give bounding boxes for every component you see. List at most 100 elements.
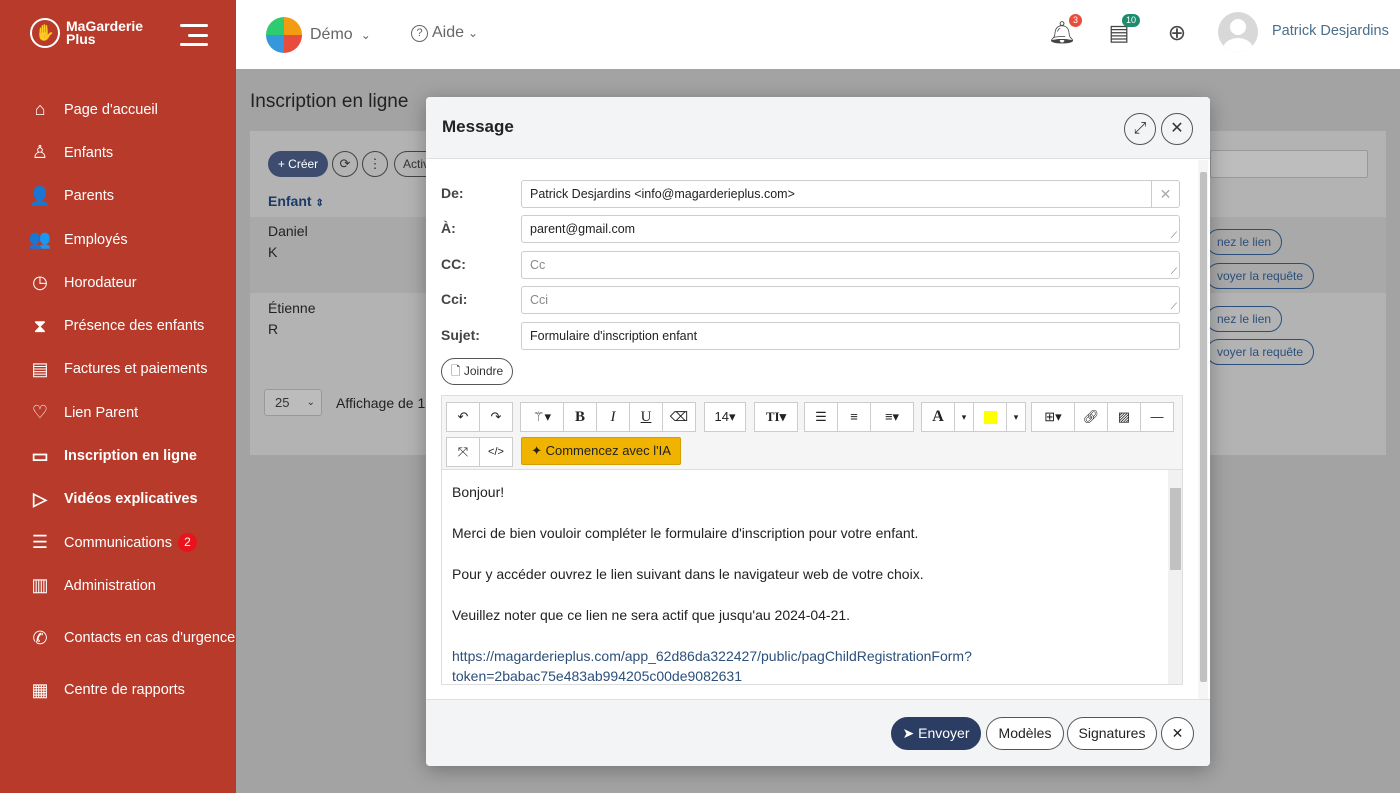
- bold-icon[interactable]: B: [563, 402, 597, 432]
- resize-handle-icon[interactable]: ⟋: [1171, 231, 1177, 240]
- to-field[interactable]: parent@gmail.com ⟋: [521, 215, 1180, 243]
- communications-badge: 2: [178, 533, 197, 553]
- ai-assist-button[interactable]: ✦ Commencez avec l'IA: [521, 437, 681, 465]
- table-row-2[interactable]: Étienne R: [268, 298, 315, 340]
- sidebar-item-report[interactable]: ▦ Centre de rapports: [0, 669, 236, 712]
- from-field[interactable]: Patrick Desjardins <info@magarderieplus.…: [521, 180, 1180, 208]
- help-menu[interactable]: ? Aide ⌄: [411, 24, 478, 42]
- body-line-1: Merci de bien vouloir compléter le formu…: [452, 525, 919, 541]
- page-size-select[interactable]: 25 ⌄: [264, 389, 322, 416]
- numbered-list-icon[interactable]: ≡: [837, 402, 871, 432]
- sidebar-item-parent[interactable]: 👤 Parents: [0, 175, 236, 218]
- create-button[interactable]: + Créer: [268, 151, 328, 177]
- eraser-icon[interactable]: ⌫: [662, 402, 696, 432]
- brand-logo[interactable]: ✋ MaGarderie Plus: [30, 18, 143, 48]
- menu-toggle-icon[interactable]: [180, 24, 208, 46]
- resend-request-button[interactable]: voyer la requête: [1206, 263, 1315, 289]
- sidebar-item-chat[interactable]: ☰ Communications 2: [0, 521, 236, 564]
- modal-footer: ➤ Envoyer Modèles Signatures ✕: [426, 699, 1210, 766]
- sidebar-item-label: Administration: [64, 577, 156, 594]
- signatures-button[interactable]: Signatures: [1067, 717, 1157, 750]
- italic-icon[interactable]: I: [596, 402, 630, 432]
- close-icon[interactable]: ✕: [1161, 113, 1193, 145]
- more-options-icon[interactable]: ⋮: [362, 151, 388, 177]
- font-color-dropdown-icon[interactable]: ▾: [954, 402, 974, 432]
- chevron-down-icon: ⌄: [360, 28, 371, 42]
- registration-link-line1[interactable]: https://magarderieplus.com/app_62d86da32…: [452, 648, 972, 664]
- registration-link-line2[interactable]: token=2babac75e483ab994205c00de9082631: [452, 668, 742, 684]
- sidebar-item-heart[interactable]: ♡ Lien Parent: [0, 391, 236, 434]
- sidebar-item-home[interactable]: ⌂ Page d'accueil: [0, 88, 236, 131]
- clear-from-icon[interactable]: ✕: [1151, 181, 1179, 207]
- templates-button[interactable]: Modèles: [986, 717, 1064, 750]
- message-body-editor[interactable]: Bonjour! Merci de bien vouloir compléter…: [442, 470, 1168, 684]
- from-value: Patrick Desjardins <info@magarderieplus.…: [530, 187, 795, 201]
- sidebar-item-id-card[interactable]: ▭ Inscription en ligne: [0, 434, 236, 477]
- horizontal-rule-icon[interactable]: —: [1140, 402, 1174, 432]
- column-header-child[interactable]: Enfant ⇕: [268, 193, 324, 209]
- sidebar-item-video[interactable]: ▷ Vidéos explicatives: [0, 478, 236, 521]
- registration-link[interactable]: https://magarderieplus.com/app_62d86da32…: [452, 646, 1158, 684]
- fullscreen-icon[interactable]: ⤧: [446, 437, 480, 467]
- close-icon[interactable]: ✕: [1161, 717, 1194, 750]
- bcc-placeholder: Cci: [530, 293, 549, 307]
- pagination-info: Affichage de 1: [336, 395, 426, 411]
- phone-icon: ✆: [32, 627, 48, 648]
- subject-field[interactable]: Formulaire d'inscription enfant: [521, 322, 1180, 350]
- sidebar-item-employees[interactable]: 👥 Employés: [0, 218, 236, 261]
- image-icon[interactable]: ▨: [1107, 402, 1141, 432]
- code-view-icon[interactable]: </>: [479, 437, 513, 467]
- to-value: parent@gmail.com: [530, 222, 636, 236]
- font-size-select[interactable]: 14▾: [704, 402, 746, 432]
- cc-field[interactable]: Cc ⟋: [521, 251, 1180, 279]
- modal-scrollbar-thumb[interactable]: [1200, 172, 1207, 682]
- link-icon[interactable]: 🔗︎: [1074, 402, 1108, 432]
- sidebar-item-hourglass[interactable]: ⧗ Présence des enfants: [0, 304, 236, 347]
- demo-label: Démo: [310, 26, 353, 43]
- sidebar-item-label: Lien Parent: [64, 404, 139, 421]
- undo-icon[interactable]: ↶: [446, 402, 480, 432]
- notifications-bell-icon[interactable]: 🔔︎ 3: [1048, 14, 1082, 46]
- bullet-list-icon[interactable]: ☰: [804, 402, 838, 432]
- message-modal: Message ⤢ ✕ De: Patrick Desjardins <info…: [426, 97, 1210, 766]
- editor-toolbar: ↶ ↷ ⚚▾ B I U ⌫ 14▾ TI▾ ☰ ≡ ≡▾ A ▾ ▾ ⊞▾ 🔗…: [442, 396, 1182, 470]
- magic-format-icon[interactable]: ⚚▾: [520, 402, 564, 432]
- refresh-icon[interactable]: ⟳: [332, 151, 358, 177]
- demo-switcher[interactable]: Démo ⌄: [266, 17, 371, 53]
- sidebar-item-building[interactable]: ▥ Administration: [0, 564, 236, 607]
- user-name[interactable]: Patrick Desjardins: [1272, 23, 1389, 39]
- table-row-1[interactable]: Daniel K: [268, 221, 308, 263]
- table-icon[interactable]: ⊞▾: [1031, 402, 1075, 432]
- modal-body: De: Patrick Desjardins <info@magarderiep…: [426, 160, 1210, 699]
- sidebar: ✋ MaGarderie Plus ⌂ Page d'accueil ♙ Enfant…: [0, 0, 236, 793]
- editor-scrollbar-thumb[interactable]: [1170, 488, 1181, 570]
- sidebar-item-child[interactable]: ♙ Enfants: [0, 131, 236, 174]
- top-bar: Démo ⌄ ? Aide ⌄ 🔔︎ 3 ▤ 10 ⊕ Patrick Desj…: [236, 0, 1400, 69]
- search-input[interactable]: [1210, 150, 1368, 178]
- resize-handle-icon[interactable]: ⟋: [1171, 302, 1177, 311]
- bcc-field[interactable]: Cci ⟋: [521, 286, 1180, 314]
- align-icon[interactable]: ≡▾: [870, 402, 914, 432]
- send-button[interactable]: ➤ Envoyer: [891, 717, 981, 750]
- underline-icon[interactable]: U: [629, 402, 663, 432]
- building-icon: ▥: [31, 575, 49, 596]
- ai-assist-label: Commencez avec l'IA: [545, 443, 671, 458]
- expand-icon[interactable]: ⤢: [1124, 113, 1156, 145]
- resize-handle-icon[interactable]: ⟋: [1171, 267, 1177, 276]
- highlight-dropdown-icon[interactable]: ▾: [1006, 402, 1026, 432]
- support-lifebuoy-icon[interactable]: ⊕: [1164, 20, 1190, 46]
- highlight-color-icon[interactable]: [973, 402, 1007, 432]
- sidebar-item-phone[interactable]: ✆ Contacts en cas d'urgence: [0, 608, 236, 669]
- messages-badge: 10: [1121, 14, 1140, 27]
- resend-request-button[interactable]: voyer la requête: [1206, 339, 1315, 365]
- sidebar-item-clock[interactable]: ◷ Horodateur: [0, 261, 236, 304]
- attach-button[interactable]: 🗋︎ Joindre: [441, 358, 513, 385]
- font-color-icon[interactable]: A: [921, 402, 955, 432]
- avatar[interactable]: [1218, 12, 1258, 52]
- sidebar-item-invoice[interactable]: ▤ Factures et paiements: [0, 348, 236, 391]
- messages-icon[interactable]: ▤ 10: [1106, 14, 1140, 46]
- send-link-button[interactable]: nez le lien: [1206, 229, 1283, 255]
- text-style-icon[interactable]: TI▾: [754, 402, 798, 432]
- send-link-button[interactable]: nez le lien: [1206, 306, 1283, 332]
- redo-icon[interactable]: ↷: [479, 402, 513, 432]
